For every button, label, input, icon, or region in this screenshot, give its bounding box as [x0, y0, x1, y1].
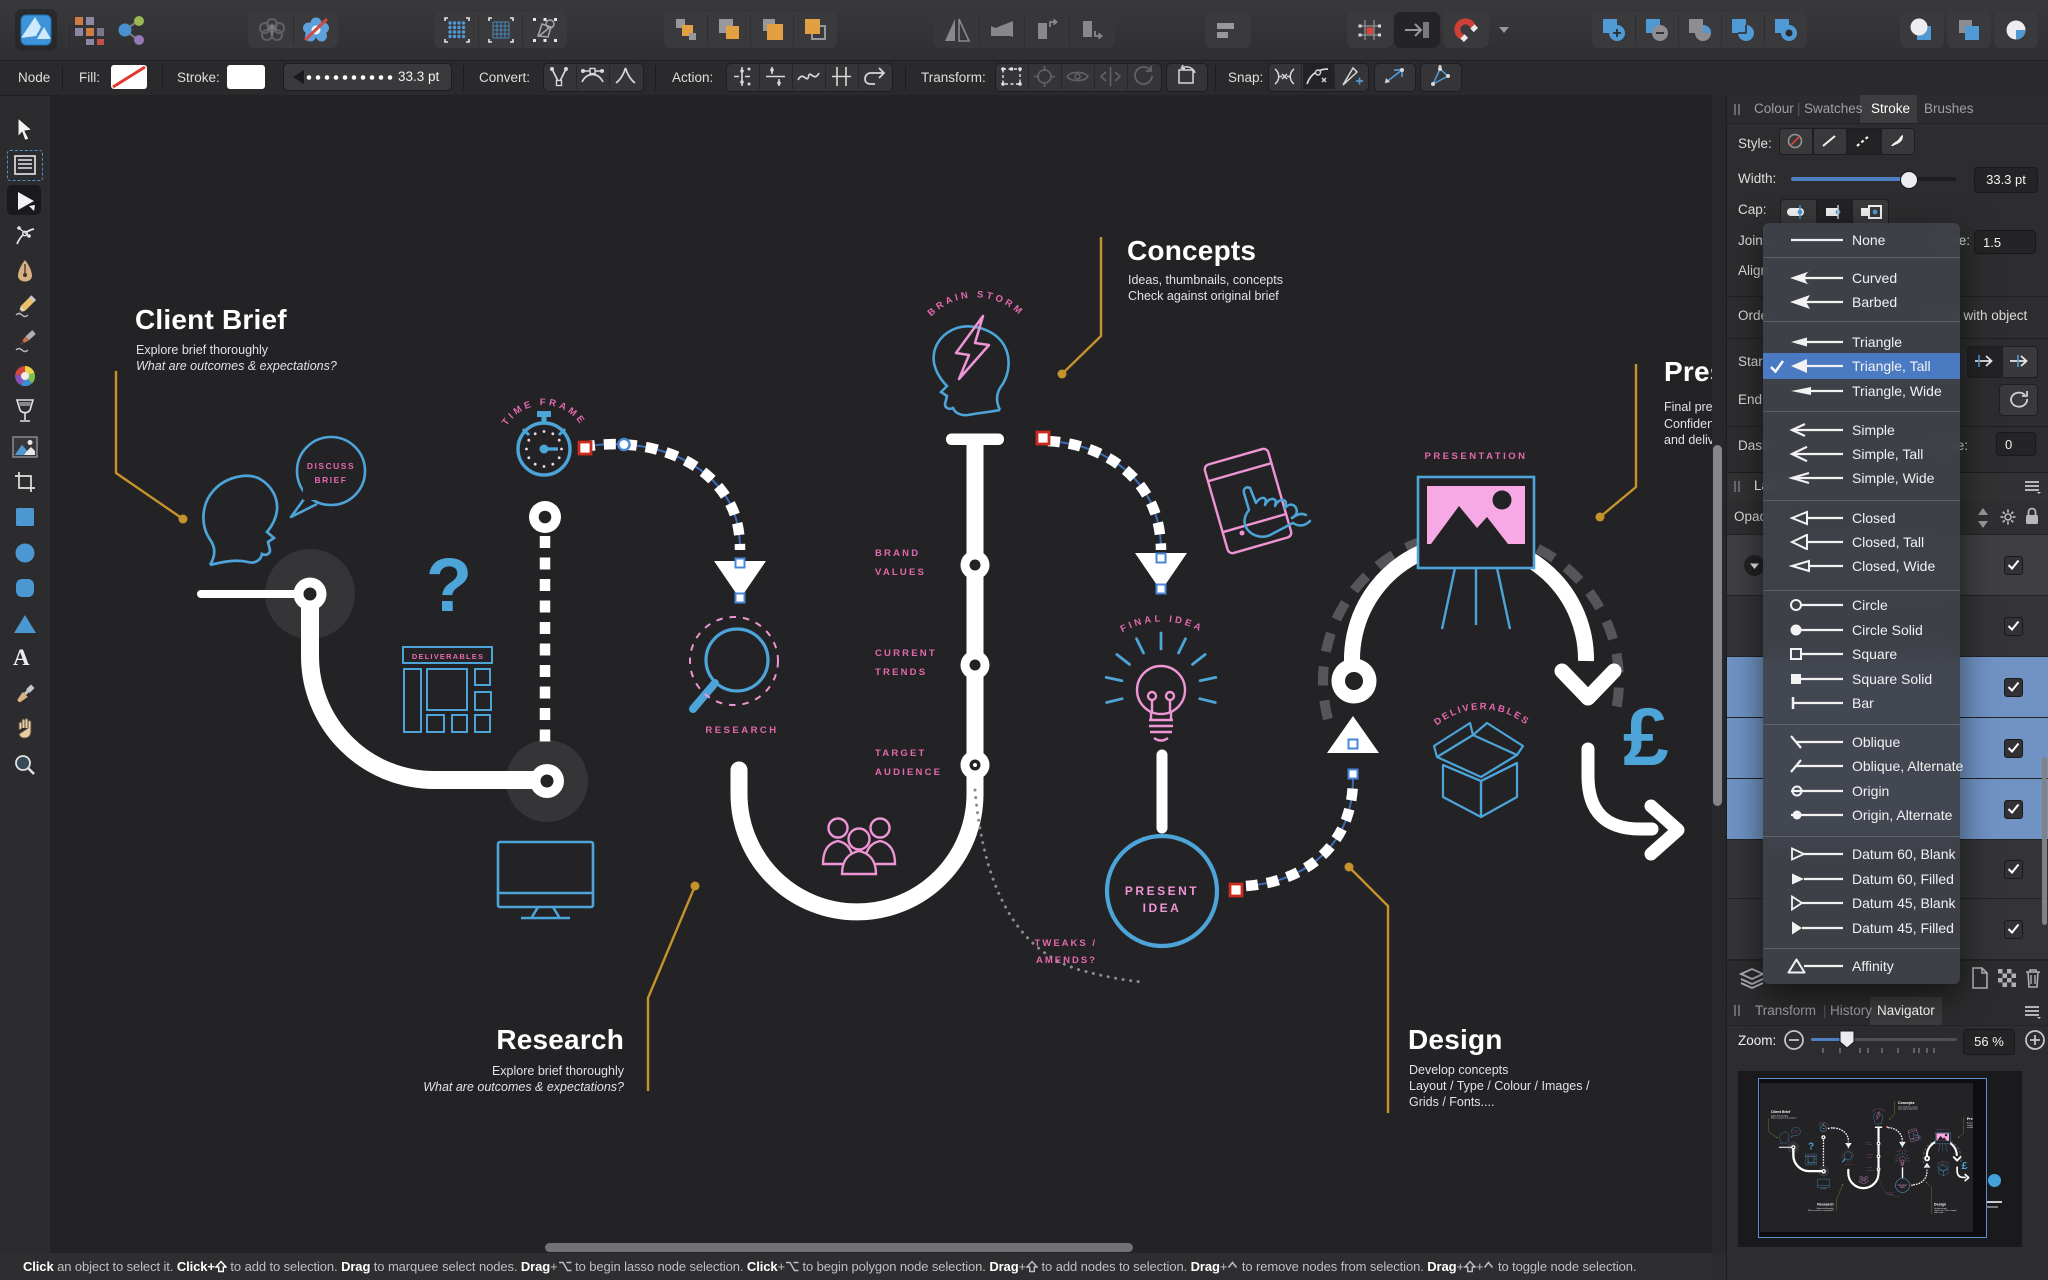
svg-text:PRESENT: PRESENT [1125, 884, 1199, 898]
svg-text:?: ? [426, 543, 472, 628]
svg-text:Ideas, thumbnails, concepts: Ideas, thumbnails, concepts [1128, 273, 1283, 287]
svg-text:Presents: Presents [1664, 356, 1712, 387]
svg-text:Confident delivery, relaxed: Confident delivery, relaxed [1664, 417, 1712, 431]
svg-text:Client Brief: Client Brief [135, 304, 287, 335]
svg-text:What are outcomes & expectatio: What are outcomes & expectations? [423, 1080, 624, 1094]
svg-text:DISCUSS: DISCUSS [307, 461, 355, 471]
svg-text:CURRENT: CURRENT [875, 648, 937, 659]
svg-text:BRAND: BRAND [875, 548, 920, 559]
svg-text:IDEA: IDEA [1143, 901, 1182, 915]
svg-text:Layout / Type / Colour / Image: Layout / Type / Colour / Images / [1409, 1079, 1590, 1093]
svg-text:DELIVERABLES: DELIVERABLES [412, 652, 484, 661]
svg-text:£: £ [1623, 692, 1669, 783]
svg-text:Explore brief thoroughly: Explore brief thoroughly [492, 1064, 625, 1078]
svg-text:and deliverables prepared: and deliverables prepared [1664, 433, 1712, 447]
svg-text:Check against original brief: Check against original brief [1128, 289, 1279, 303]
svg-text:VALUES: VALUES [875, 567, 926, 578]
svg-text:PRESENTATION: PRESENTATION [1424, 451, 1527, 462]
svg-text:Design: Design [1408, 1024, 1503, 1055]
svg-text:Concepts: Concepts [1127, 235, 1256, 266]
svg-text:RESEARCH: RESEARCH [705, 725, 778, 736]
svg-text:TWEAKS /: TWEAKS / [1035, 938, 1097, 949]
svg-text:TRENDS: TRENDS [875, 667, 927, 678]
svg-text:What are outcomes & expectatio: What are outcomes & expectations? [136, 359, 337, 373]
svg-text:AMENDS?: AMENDS? [1036, 955, 1097, 966]
svg-text:Research: Research [496, 1024, 624, 1055]
svg-text:Develop concepts: Develop concepts [1409, 1063, 1508, 1077]
svg-text:Explore brief thoroughly: Explore brief thoroughly [136, 343, 269, 357]
svg-text:TARGET: TARGET [875, 748, 927, 759]
svg-text:BRIEF: BRIEF [315, 475, 348, 485]
svg-text:Grids / Fonts....: Grids / Fonts.... [1409, 1095, 1494, 1109]
svg-text:Final presentation to client.: Final presentation to client. [1664, 400, 1712, 414]
svg-text:AUDIENCE: AUDIENCE [875, 767, 942, 778]
